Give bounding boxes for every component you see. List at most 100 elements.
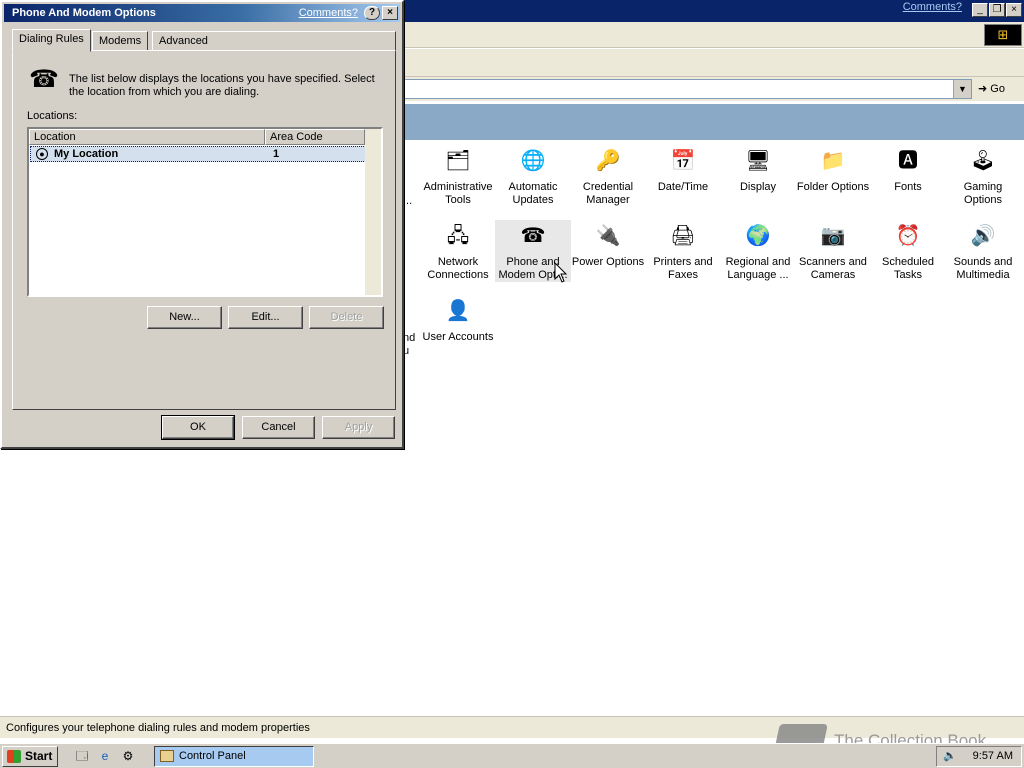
show-desktop-icon[interactable]: 🗔 xyxy=(74,748,90,764)
table-row[interactable]: ● My Location 1 xyxy=(30,146,366,162)
selected-location-icon: ● xyxy=(36,148,48,160)
cp-item[interactable]: 🕹 Gaming Options xyxy=(945,145,1021,207)
location-area-code: 1 xyxy=(273,148,280,160)
globe-icon: 🌍 xyxy=(745,225,771,247)
quick-launch-icon[interactable]: ⚙ xyxy=(120,748,136,764)
cp-item[interactable]: 🔊 Sounds and Multimedia xyxy=(945,220,1021,282)
cp-item-label: Fonts xyxy=(894,181,922,193)
cp-item[interactable]: 📷 Scanners and Cameras xyxy=(795,220,871,282)
cp-item-label: Credential Manager xyxy=(582,181,634,206)
cp-item[interactable]: 📅 Date/Time xyxy=(645,145,721,194)
cp-item-label: Network Connections xyxy=(427,256,489,281)
cp-item-label: Gaming Options xyxy=(963,181,1003,206)
start-button[interactable]: Start xyxy=(2,746,58,767)
phone-icon: ☎ xyxy=(520,225,546,247)
dialog-close-button[interactable]: × xyxy=(382,6,398,20)
cp-item-label: Date/Time xyxy=(657,181,709,193)
locations-label: Locations: xyxy=(27,110,78,122)
calendar-clock-icon: 📅 xyxy=(670,150,696,172)
cp-item[interactable]: 🌍 Regional and Language ... xyxy=(720,220,796,282)
minimize-button[interactable]: _ xyxy=(972,3,988,17)
new-button[interactable]: New... xyxy=(147,306,222,329)
column-header-location[interactable]: Location xyxy=(29,129,265,145)
list-scrollbar[interactable] xyxy=(365,129,381,295)
cp-item-label: Display xyxy=(739,181,777,193)
dialing-description: The list below displays the locations yo… xyxy=(69,73,375,98)
cp-item-label: Scheduled Tasks xyxy=(882,256,934,281)
internet-explorer-icon[interactable]: e xyxy=(97,748,113,764)
locations-list[interactable]: Location Area Code ● My Location 1 xyxy=(27,127,383,297)
go-label: Go xyxy=(990,83,1005,95)
system-tray: 🔈 9:57 AM xyxy=(936,746,1022,767)
address-input[interactable]: ▼ xyxy=(400,79,972,99)
scheduled-tasks-icon: ⏰ xyxy=(895,225,921,247)
start-label: Start xyxy=(25,749,53,763)
column-header-area-code[interactable]: Area Code xyxy=(265,129,365,145)
volume-icon[interactable]: 🔈 xyxy=(943,747,957,766)
cp-item[interactable]: 🗂 Administrative Tools xyxy=(420,145,496,207)
cp-item-label: Printers and Faxes xyxy=(653,256,713,281)
camera-icon: 📷 xyxy=(820,225,846,247)
close-button[interactable]: × xyxy=(1006,3,1022,17)
partial-label: ... xyxy=(403,195,413,207)
clock[interactable]: 9:57 AM xyxy=(973,747,1013,766)
dialog-comments-link[interactable]: Comments? xyxy=(299,4,358,22)
windows-logo-icon: ⊞ xyxy=(984,24,1022,46)
monitor-icon: 🖥 xyxy=(745,150,771,172)
cp-item[interactable]: 🅰 Fonts xyxy=(870,145,946,194)
restore-button[interactable]: ❐ xyxy=(989,3,1005,17)
cp-item-label: Automatic Updates xyxy=(508,181,558,206)
cp-comments-link[interactable]: Comments? xyxy=(903,1,962,13)
cp-item[interactable]: 🖧 Network Connections xyxy=(420,220,496,282)
globe-update-icon: 🌐 xyxy=(520,150,546,172)
ok-button[interactable]: OK xyxy=(161,415,235,440)
joystick-icon: 🕹 xyxy=(970,150,996,172)
edit-button[interactable]: Edit... xyxy=(228,306,303,329)
cp-item[interactable]: 🖥 Display xyxy=(720,145,796,194)
speaker-icon: 🔊 xyxy=(970,225,996,247)
dialog-title: Phone And Modem Options xyxy=(12,7,156,19)
user-icon: 👤 xyxy=(445,300,471,322)
cp-item[interactable]: ⏰ Scheduled Tasks xyxy=(870,220,946,282)
phone-modem-dialog: Phone And Modem Options Comments? ? × Di… xyxy=(0,0,404,449)
taskbar-item-control-panel[interactable]: Control Panel xyxy=(154,746,314,767)
folder-options-icon: 📁 xyxy=(820,150,846,172)
cp-item[interactable]: 🔌 Power Options xyxy=(570,220,646,269)
tab-advanced[interactable]: Advanced xyxy=(152,31,396,51)
cp-item-label: Folder Options xyxy=(796,181,870,193)
cp-item[interactable]: 🌐 Automatic Updates xyxy=(495,145,571,207)
tab-modems[interactable]: Modems xyxy=(92,31,149,51)
dialog-titlebar[interactable]: Phone And Modem Options Comments? ? × xyxy=(4,4,400,22)
mouse-cursor-icon xyxy=(554,262,568,283)
location-name: My Location xyxy=(54,148,119,160)
address-dropdown-icon[interactable]: ▼ xyxy=(953,80,971,98)
control-panel-icon xyxy=(160,750,174,762)
windows-flag-icon xyxy=(7,750,21,763)
cp-item-label: Regional and Language ... xyxy=(725,256,791,281)
power-icon: 🔌 xyxy=(595,225,621,247)
cp-item-label: Scanners and Cameras xyxy=(799,256,867,281)
printer-icon: 🖨 xyxy=(670,225,696,247)
admin-tools-icon: 🗂 xyxy=(445,150,471,172)
taskbar-item-label: Control Panel xyxy=(179,750,246,762)
cancel-button[interactable]: Cancel xyxy=(242,416,315,439)
cp-item-label: Administrative Tools xyxy=(423,181,493,206)
fonts-folder-icon: 🅰 xyxy=(898,150,918,172)
cp-item-label: User Accounts xyxy=(422,331,494,343)
cp-item[interactable]: 🔑 Credential Manager xyxy=(570,145,646,207)
delete-button[interactable]: Delete xyxy=(309,306,384,329)
keys-icon: 🔑 xyxy=(595,150,621,172)
phone-icon: ☎ xyxy=(29,66,59,93)
tab-panel: ☎ The list below displays the locations … xyxy=(12,50,396,410)
cp-item-label: Sounds and Multimedia xyxy=(953,256,1013,281)
tab-dialing-rules[interactable]: Dialing Rules xyxy=(12,29,91,52)
help-button[interactable]: ? xyxy=(364,6,380,20)
cp-item[interactable]: 👤 User Accounts xyxy=(420,295,496,344)
cp-item-label: Power Options xyxy=(571,256,645,268)
apply-button[interactable]: Apply xyxy=(322,416,395,439)
go-arrow-icon: ➜ xyxy=(978,83,988,95)
go-button[interactable]: ➜ Go xyxy=(978,79,1022,99)
cp-item[interactable]: 🖨 Printers and Faxes xyxy=(645,220,721,282)
cp-item[interactable]: 📁 Folder Options xyxy=(795,145,871,194)
network-icon: 🖧 xyxy=(446,225,470,247)
